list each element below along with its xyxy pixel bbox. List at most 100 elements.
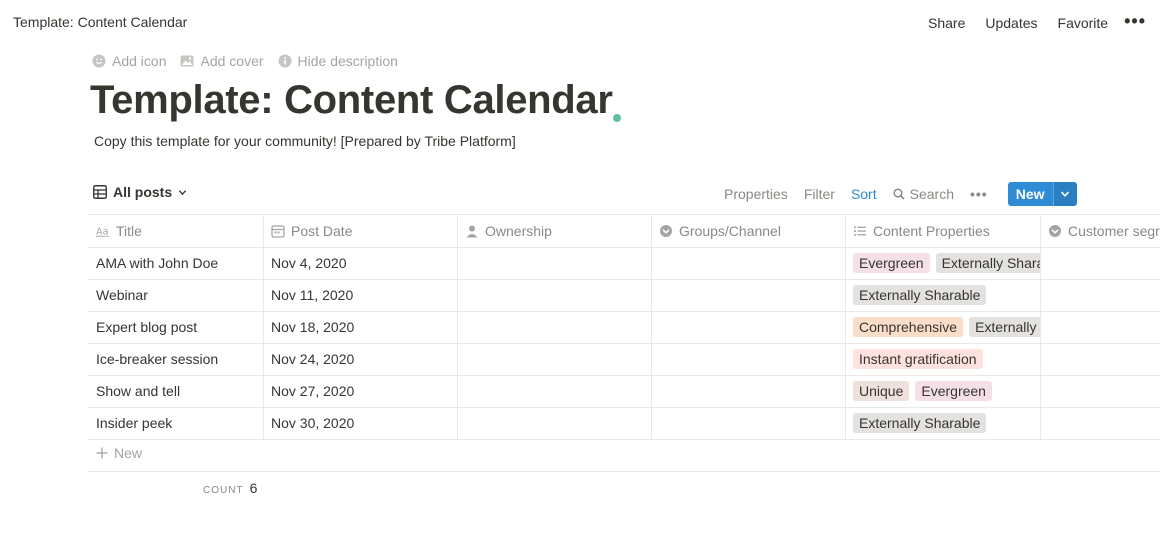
breadcrumb[interactable]: Template: Content Calendar	[13, 14, 187, 30]
calendar-icon	[271, 224, 285, 238]
table-row[interactable]: Webinar Nov 11, 2020 Externally Sharable	[88, 279, 1160, 311]
column-header-label: Content Properties	[873, 222, 990, 239]
cell-post-date[interactable]: Nov 18, 2020	[263, 311, 457, 343]
person-icon	[466, 225, 478, 237]
new-button[interactable]: New	[1007, 182, 1053, 206]
page-title[interactable]: Template: Content Calendar	[90, 78, 613, 123]
cell-post-date[interactable]: Nov 4, 2020	[263, 247, 457, 279]
cell-title[interactable]: Webinar	[88, 279, 263, 311]
property-tag: Evergreen	[853, 253, 930, 273]
search-label: Search	[909, 186, 954, 202]
add-icon-button[interactable]: Add icon	[92, 53, 166, 69]
cell-groups-channel[interactable]	[651, 375, 845, 407]
text-aa-icon: Aa	[96, 226, 110, 237]
column-header-label: Ownership	[485, 222, 552, 239]
cell-content-properties[interactable]: Externally Sharable	[845, 407, 1040, 439]
add-cover-button[interactable]: Add cover	[180, 53, 264, 69]
page-controls: Add icon Add cover Hide description	[92, 53, 398, 69]
smiley-icon	[92, 54, 106, 68]
cell-customer-segment[interactable]	[1040, 247, 1160, 279]
new-dropdown-button[interactable]	[1052, 182, 1077, 206]
chevron-down-icon	[178, 189, 187, 195]
table-row[interactable]: Ice-breaker session Nov 24, 2020 Instant…	[88, 343, 1160, 375]
cell-content-properties[interactable]: Externally Sharable	[845, 279, 1040, 311]
cell-post-date[interactable]: Nov 24, 2020	[263, 343, 457, 375]
cell-customer-segment[interactable]	[1040, 407, 1160, 439]
cell-title[interactable]: Show and tell	[88, 375, 263, 407]
column-header-title[interactable]: Aa Title	[88, 214, 263, 247]
cell-post-date[interactable]: Nov 27, 2020	[263, 375, 457, 407]
column-header-customer-segment[interactable]: Customer segr	[1040, 214, 1160, 247]
cell-groups-channel[interactable]	[651, 311, 845, 343]
cell-content-properties[interactable]: Unique Evergreen	[845, 375, 1040, 407]
more-options-icon[interactable]: •••	[1118, 0, 1160, 44]
count-value: 6	[249, 480, 258, 496]
cursor-indicator	[613, 114, 621, 122]
updates-button[interactable]: Updates	[975, 15, 1047, 31]
cell-ownership[interactable]	[457, 311, 651, 343]
cell-groups-channel[interactable]	[651, 407, 845, 439]
table-row[interactable]: Insider peek Nov 30, 2020 Externally Sha…	[88, 407, 1160, 439]
topbar: Template: Content Calendar Share Updates…	[0, 0, 1160, 45]
hide-description-button[interactable]: Hide description	[278, 53, 398, 69]
column-header-groups-channel[interactable]: Groups/Channel	[651, 214, 845, 247]
top-actions: Share Updates Favorite •••	[918, 0, 1160, 45]
cell-ownership[interactable]	[457, 343, 651, 375]
info-icon	[278, 54, 292, 68]
cell-post-date[interactable]: Nov 11, 2020	[263, 279, 457, 311]
cell-content-properties[interactable]: Comprehensive Externally	[845, 311, 1040, 343]
column-header-post-date[interactable]: Post Date	[263, 214, 457, 247]
property-tag: Externally Sharable	[853, 413, 987, 433]
properties-button[interactable]: Properties	[716, 186, 796, 202]
cell-title[interactable]: Insider peek	[88, 407, 263, 439]
table-row[interactable]: Expert blog post Nov 18, 2020 Comprehens…	[88, 311, 1160, 343]
cell-customer-segment[interactable]	[1040, 279, 1160, 311]
cell-ownership[interactable]	[457, 407, 651, 439]
table-border-bottom	[88, 471, 1160, 472]
cell-content-properties[interactable]: Instant gratification	[845, 343, 1040, 375]
cell-ownership[interactable]	[457, 247, 651, 279]
cell-title[interactable]: Expert blog post	[88, 311, 263, 343]
column-header-content-properties[interactable]: Content Properties	[845, 214, 1040, 247]
cell-content-properties[interactable]: Evergreen Externally Shara	[845, 247, 1040, 279]
column-header-label: Post Date	[291, 222, 353, 239]
plus-icon	[96, 447, 108, 459]
cell-ownership[interactable]	[457, 375, 651, 407]
column-header-label: Title	[116, 222, 142, 239]
list-icon	[854, 226, 866, 236]
property-tag: Externally Shara	[935, 253, 1040, 273]
view-name: All posts	[113, 184, 173, 200]
filter-button[interactable]: Filter	[796, 186, 843, 202]
cell-customer-segment[interactable]	[1040, 343, 1160, 375]
row-count[interactable]: COUNT 6	[203, 480, 257, 496]
hide-description-label: Hide description	[297, 53, 398, 69]
image-icon	[180, 55, 194, 67]
cell-post-date[interactable]: Nov 30, 2020	[263, 407, 457, 439]
add-row-button[interactable]: New	[96, 445, 142, 461]
cell-title[interactable]: AMA with John Doe	[88, 247, 263, 279]
cell-customer-segment[interactable]	[1040, 375, 1160, 407]
table-row[interactable]: AMA with John Doe Nov 4, 2020 Evergreen …	[88, 247, 1160, 279]
property-tag: Evergreen	[915, 381, 992, 401]
cell-groups-channel[interactable]	[651, 343, 845, 375]
view-selector[interactable]: All posts	[93, 184, 187, 200]
column-header-ownership[interactable]: Ownership	[457, 214, 651, 247]
property-tag: Unique	[853, 381, 910, 401]
select-circle-icon	[660, 224, 672, 237]
cell-title[interactable]: Ice-breaker session	[88, 343, 263, 375]
property-tag: Externally	[969, 317, 1040, 337]
search-button[interactable]: Search	[885, 186, 962, 202]
view-more-icon[interactable]: •••	[962, 186, 996, 202]
search-icon	[893, 188, 905, 200]
table-row[interactable]: Show and tell Nov 27, 2020 Unique Evergr…	[88, 375, 1160, 407]
cell-ownership[interactable]	[457, 279, 651, 311]
column-header-label: Customer segr	[1068, 222, 1160, 239]
cell-groups-channel[interactable]	[651, 247, 845, 279]
cell-groups-channel[interactable]	[651, 279, 845, 311]
favorite-button[interactable]: Favorite	[1048, 15, 1119, 31]
table-icon	[93, 185, 107, 199]
share-button[interactable]: Share	[918, 15, 975, 31]
sort-button[interactable]: Sort	[843, 186, 885, 202]
cell-customer-segment[interactable]	[1040, 311, 1160, 343]
page-description[interactable]: Copy this template for your community! […	[94, 133, 516, 149]
